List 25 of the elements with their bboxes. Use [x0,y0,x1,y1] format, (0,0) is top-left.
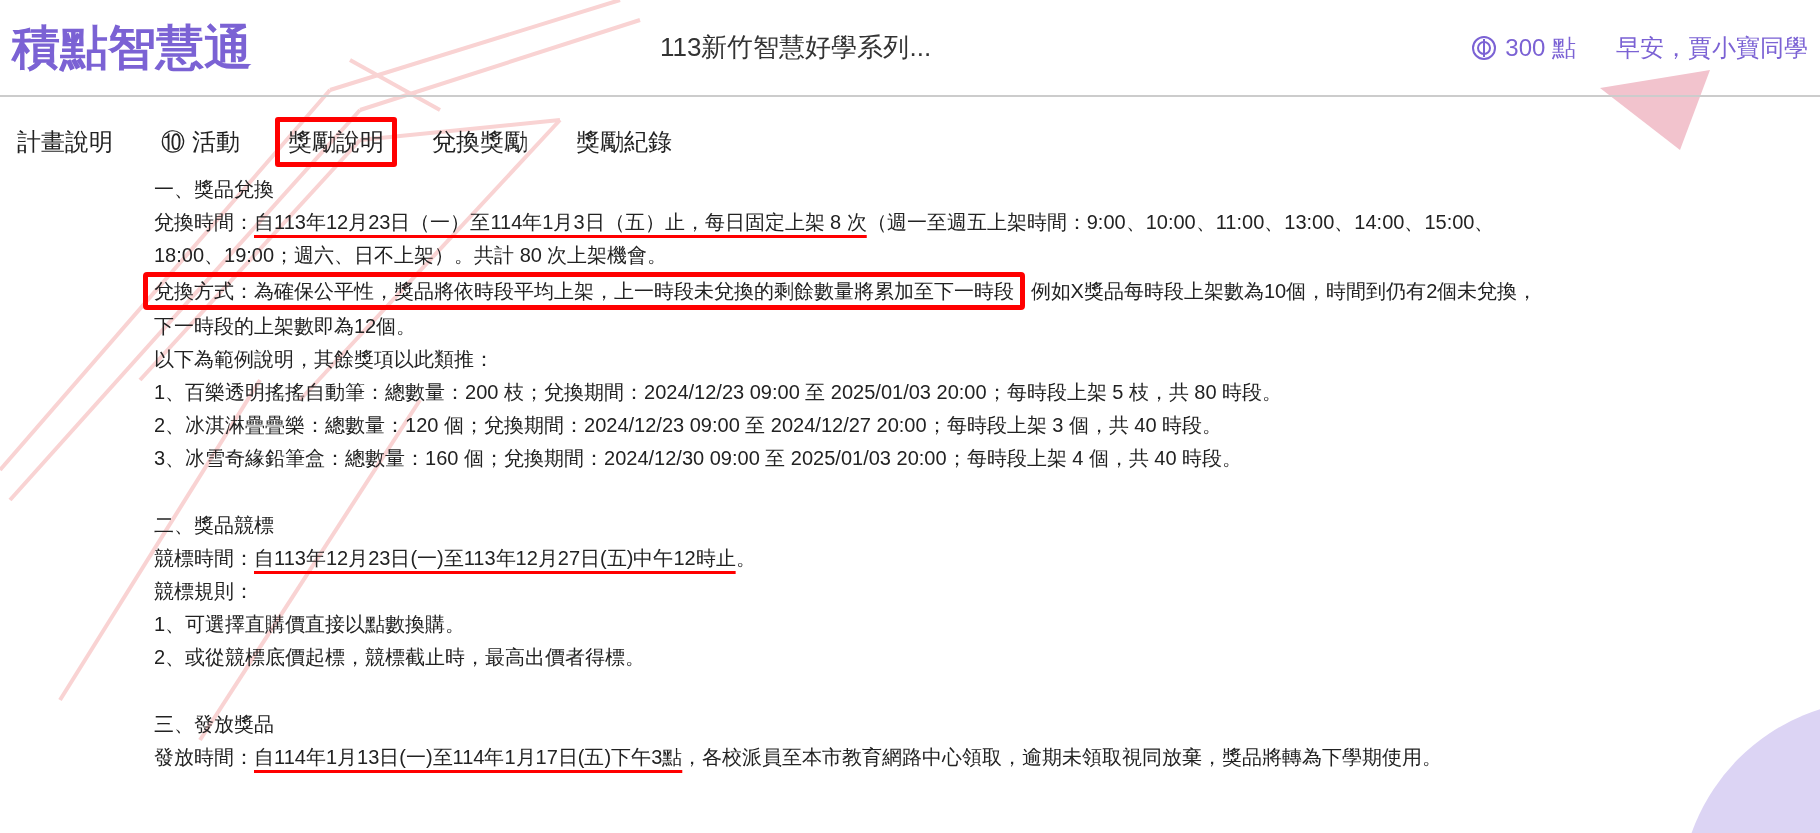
section-heading: 一、獎品兌換 [154,177,274,202]
nav-tab[interactable]: ⑩ 活動 [148,117,253,167]
paragraph-text: 1、百樂透明搖搖自動筆：總數量：200 枝；兌換期間：2024/12/23 09:00 至 2025/01/03 20:00；每時段上架 5 枝，共 80 時段。 [154,380,1283,405]
coin-icon [1471,34,1498,61]
paragraph-text: 競標時間：自113年12月23日(一)至113年12月27日(五)中午12時止。 [154,546,756,571]
section-heading: 二、獎品競標 [154,513,274,538]
paragraph-text: 下一時段的上架數即為12個。 [154,314,417,339]
nav-tab[interactable]: 計畫說明 [4,117,126,167]
greeting-text: 早安，賈小寶同學 [1616,32,1808,63]
paragraph-text: 競標規則： [154,579,254,604]
section-heading: 三、發放獎品 [154,712,274,737]
nav-tab[interactable]: 獎勵紀錄 [562,117,685,167]
paragraph-text: 3、冰雪奇緣鉛筆盒：總數量：160 個；兌換期間：2024/12/30 09:00 至 2025/01/03 20:00；每時段上架 4 個，共 40 時段。 [154,446,1243,471]
paragraph-text: 2、冰淇淋疊疊樂：總數量：120 個；兌換期間：2024/12/23 09:00 至 2024/12/27 20:00；每時段上架 3 個，共 40 時段。 [154,413,1223,438]
page-title: 113新竹智慧好學系列... [660,31,933,64]
logo-text: 積點智慧通 [12,19,252,76]
points-balance: 300 點 [1505,32,1576,63]
paragraph-text: 1、可選擇直購價直接以點數換購。 [154,612,466,637]
paragraph-text: 兌換時間：自113年12月23日（一）至114年1月3日（五）止，每日固定上架 8 次（週一至週五上架時間：9:00、10:00、11:00、13:00、14:00、15:00、 [154,210,1495,235]
paragraph-text: 以下為範例說明，其餘獎項以此類推： [154,347,494,372]
nav-tab[interactable]: 兌換獎勵 [418,117,541,167]
paragraph-text: 發放時間：自114年1月13日(一)至114年1月17日(五)下午3點，各校派員至本市教育網路中心領取，逾期未領取視同放棄，獎品將轉為下學期使用。 [154,745,1443,770]
paragraph-text: 2、或從競標底價起標，競標截止時，最高出價者得標。 [154,645,646,670]
nav-tab[interactable]: 獎勵說明 [274,117,397,167]
paragraph-text: 18:00、19:00；週六、日不上架）。共計 80 次上架機會。 [154,243,668,268]
